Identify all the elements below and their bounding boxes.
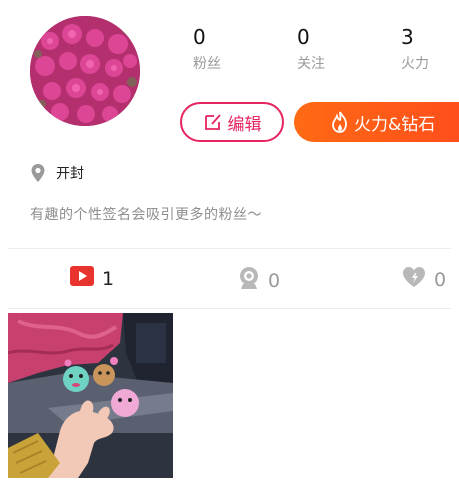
likes-count: 0 bbox=[434, 268, 447, 291]
tab-photos[interactable]: 0 bbox=[238, 266, 280, 295]
divider bbox=[8, 308, 451, 309]
signature-text[interactable]: 有趣的个性签名会吸引更多的粉丝～ bbox=[30, 204, 262, 224]
profile-page: 0 粉丝 0 关注 3 火力 编辑 火力&钻石 开封 有趣的个性签名会吸引更多的… bbox=[0, 0, 459, 480]
divider bbox=[8, 248, 451, 249]
fans-count: 0 bbox=[193, 25, 206, 49]
location-pin-icon bbox=[30, 163, 46, 183]
following-stat[interactable]: 0 关注 bbox=[297, 26, 325, 72]
following-count: 0 bbox=[297, 25, 310, 49]
location: 开封 bbox=[30, 163, 84, 183]
location-text: 开封 bbox=[56, 166, 84, 182]
video-play-icon bbox=[70, 266, 94, 291]
tab-likes[interactable]: 0 bbox=[402, 266, 446, 293]
edit-profile-button[interactable]: 编辑 bbox=[180, 102, 284, 142]
fire-stat[interactable]: 3 火力 bbox=[401, 26, 429, 72]
fire-label: 火力 bbox=[401, 56, 429, 72]
fire-diamond-button[interactable]: 火力&钻石 bbox=[294, 102, 459, 142]
edit-button-label: 编辑 bbox=[227, 114, 262, 135]
video-thumbnail[interactable] bbox=[8, 313, 173, 478]
flame-icon bbox=[330, 111, 350, 133]
tab-videos[interactable]: 1 bbox=[70, 266, 114, 291]
avatar[interactable] bbox=[30, 16, 140, 126]
video-thumbnail-image bbox=[8, 313, 173, 478]
avatar-image bbox=[30, 16, 140, 126]
following-label: 关注 bbox=[297, 56, 325, 72]
fans-label: 粉丝 bbox=[193, 56, 221, 72]
videos-count: 1 bbox=[102, 267, 115, 290]
edit-icon bbox=[203, 112, 223, 132]
heart-icon bbox=[402, 266, 426, 293]
fire-count: 3 bbox=[401, 25, 414, 49]
camera-icon bbox=[238, 266, 260, 295]
fire-button-label: 火力&钻石 bbox=[354, 114, 436, 135]
fans-stat[interactable]: 0 粉丝 bbox=[193, 26, 221, 72]
photos-count: 0 bbox=[268, 269, 281, 292]
